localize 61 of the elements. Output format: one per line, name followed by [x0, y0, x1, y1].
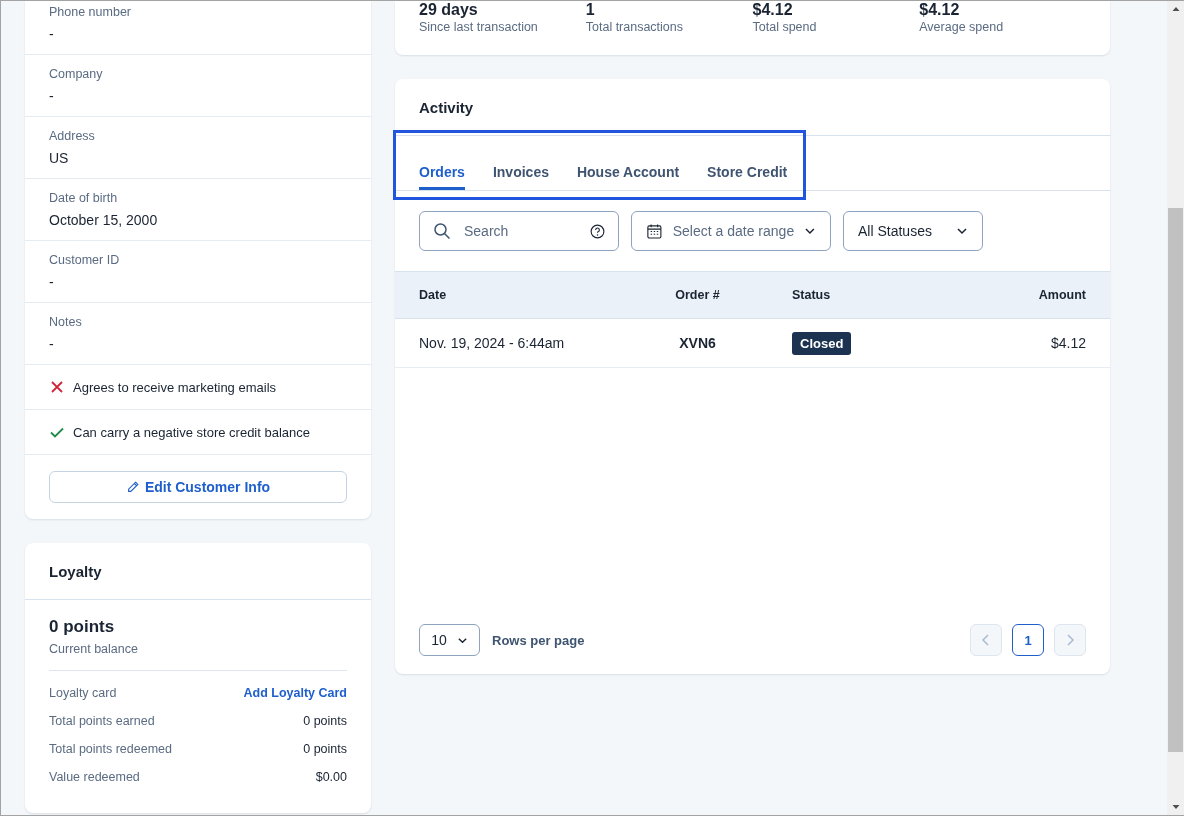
- field-label: Address: [49, 128, 96, 145]
- calendar-icon: [646, 222, 663, 240]
- scrollbar-thumb[interactable]: [1168, 208, 1183, 752]
- stat-label: Total transactions: [585, 19, 685, 35]
- table-cell-text: $4.12: [1049, 335, 1086, 351]
- table-cell-text: XVN6: [678, 335, 717, 351]
- stat-value: $4.12: [752, 1, 794, 19]
- search-field[interactable]: Search: [419, 211, 619, 251]
- tab[interactable]: Invoices: [492, 136, 549, 190]
- field-label: Date of birth: [49, 190, 119, 207]
- pencil-icon: [125, 480, 140, 494]
- card-title: Loyalty: [49, 562, 102, 580]
- date-range-picker[interactable]: Select a date range: [631, 211, 831, 251]
- field-value: October 15, 2000: [49, 211, 159, 230]
- chevron-right-icon: [1064, 633, 1076, 647]
- flag-label: Can carry a negative store credit balance: [73, 424, 310, 440]
- tab[interactable]: Store Credit: [707, 136, 788, 190]
- scrollbar[interactable]: [1167, 1, 1184, 815]
- field-label: Company: [49, 66, 104, 83]
- column-header: Order #: [674, 288, 721, 302]
- field-value: -: [49, 87, 55, 106]
- detail-value: $0.00: [315, 770, 347, 784]
- detail-label: Loyalty card: [49, 686, 117, 700]
- status-badge: Closed: [792, 332, 852, 355]
- column-header: Amount: [1037, 288, 1086, 302]
- status-dropdown[interactable]: All Statuses: [843, 211, 983, 251]
- stat-label: Average spend: [919, 19, 1005, 35]
- edit-button[interactable]: Edit Customer Info: [49, 471, 347, 503]
- add-loyalty-card-link[interactable]: Add Loyalty Card: [243, 686, 347, 700]
- field-label: Notes: [49, 314, 83, 331]
- table-cell-text: Nov. 19, 2024 - 6:44am: [419, 335, 566, 351]
- field-value: -: [49, 25, 55, 44]
- detail-label: Total points redeemed: [49, 742, 172, 756]
- flag-label: Agrees to receive marketing emails: [73, 379, 277, 395]
- tab[interactable]: Orders: [419, 136, 465, 190]
- column-header: Date: [419, 288, 448, 302]
- detail-label: Value redeemed: [49, 770, 140, 784]
- field-label: Phone number: [49, 4, 132, 21]
- field-value: -: [49, 335, 55, 354]
- rows-per-page-label: Rows per page: [492, 632, 585, 648]
- stat-label: Total spend: [752, 19, 818, 35]
- rows-per-page-dropdown[interactable]: 10: [419, 624, 480, 656]
- detail-value: 0 points: [303, 714, 347, 728]
- chevron-down-icon: [956, 225, 968, 237]
- stat-value: $4.12: [919, 1, 961, 19]
- points-label: Current balance: [49, 642, 139, 656]
- help-icon: [590, 223, 605, 239]
- card-title: Activity: [419, 98, 474, 116]
- page-button[interactable]: 1: [1012, 624, 1044, 656]
- field-value: US: [49, 149, 70, 168]
- tab[interactable]: House Account: [576, 136, 680, 190]
- detail-value: 0 points: [303, 742, 347, 756]
- stat-value: 1: [585, 1, 596, 19]
- stat-value: 29 days: [419, 1, 479, 19]
- detail-label: Total points earned: [49, 714, 155, 728]
- chevron-left-icon: [980, 633, 992, 647]
- column-header: Status: [792, 288, 832, 302]
- points-value: 0 points: [49, 616, 116, 638]
- stat-label: Since last transaction: [419, 19, 539, 35]
- field-value: -: [49, 273, 55, 292]
- field-label: Customer ID: [49, 252, 121, 269]
